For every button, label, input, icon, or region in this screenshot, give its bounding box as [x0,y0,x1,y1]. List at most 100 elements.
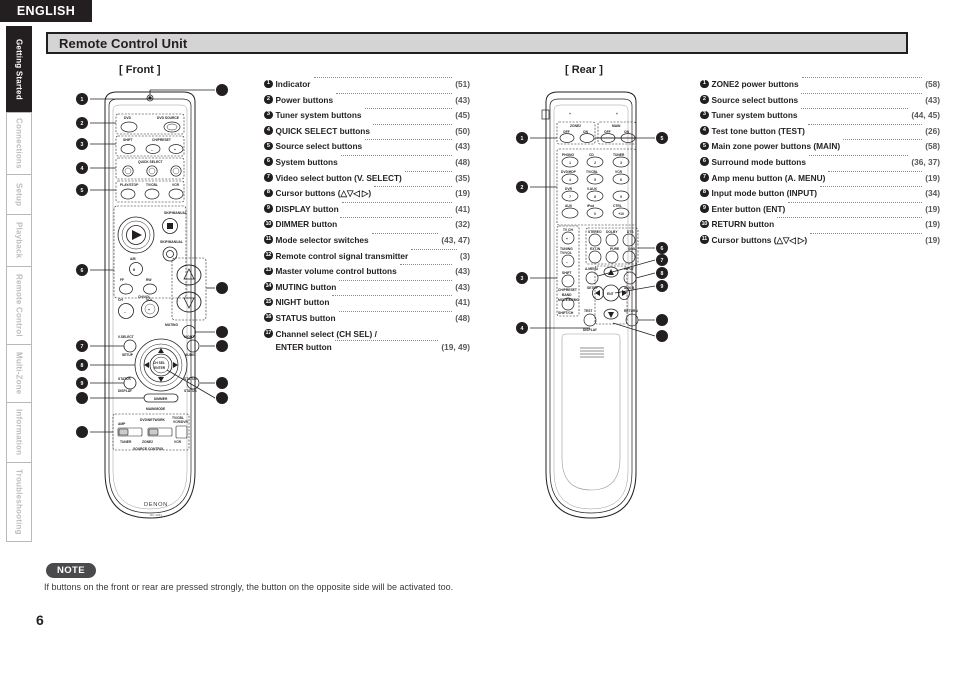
legend-number-badge: 4 [264,126,273,135]
legend-label: MUTING button [275,281,337,292]
legend-leader-dots [801,77,923,78]
svg-text:CH: CH [118,298,123,302]
legend-page-ref: (50) [455,125,470,136]
svg-text:17: 17 [220,397,224,401]
svg-text:NIGHT: NIGHT [184,335,194,339]
svg-text:MAIN: MAIN [612,124,621,128]
svg-text:TUNER: TUNER [120,440,132,444]
svg-text:EXT.IN: EXT.IN [590,247,601,251]
legend-number-badge: 8 [264,188,273,198]
legend-page-ref: (43) [455,281,470,292]
svg-text:DTS: DTS [627,230,634,234]
legend-label: DISPLAY button [275,203,339,214]
legend-item: 15 NIGHT button (41) [264,295,470,308]
svg-text:DVD/HDP: DVD/HDP [561,170,577,174]
sidebar-item-label: Setup [14,182,24,207]
legend-item: 10 RETURN button (19) [700,217,940,230]
svg-text:8: 8 [81,363,84,369]
svg-text:A.MENU: A.MENU [585,267,599,271]
svg-text:V.AUX: V.AUX [587,187,598,191]
legend-item: 6 Surround mode buttons (36, 37) [700,154,940,168]
sidebar-item-label: Multi-Zone [14,352,24,395]
sidebar-item-setup[interactable]: Setup [6,174,32,214]
legend-page-ref: (44, 45) [911,110,940,121]
svg-text:SOURCE CONTROL: SOURCE CONTROL [133,447,164,451]
svg-text:+: + [616,112,618,116]
legend-number-badge: 3 [700,110,709,120]
legend-label: Indicator [275,79,311,89]
legend-number-badge: 2 [700,95,709,104]
legend-leader-dots [404,170,453,172]
svg-text:12: 12 [220,89,224,93]
legend-page-ref: (34) [925,188,940,199]
svg-text:–: – [566,260,568,264]
legend-number-badge: 8 [700,188,709,198]
svg-text:3: 3 [81,142,84,148]
legend-page-ref: (43) [455,266,470,277]
legend-item: 7 Amp menu button (A. MENU) (19) [700,170,940,184]
sidebar-item-remote-control[interactable]: Remote Control [6,266,32,344]
legend-item: 9 Enter button (ENT) (19) [700,201,940,215]
sidebar-item-label: Remote Control [14,274,24,337]
legend-number-badge: 12 [264,251,273,260]
svg-text:2: 2 [521,185,524,191]
legend-label: QUICK SELECT buttons [275,125,371,136]
svg-text:VCR: VCR [615,170,623,174]
legend-item: 1 ZONE2 power buttons (58) [700,77,940,90]
legend-item: 14 MUTING button (43) [264,279,470,293]
svg-text:1: 1 [81,97,84,103]
legend-label: STATUS button [275,312,336,323]
legend-number-badge: 7 [264,173,273,182]
svg-text:–: – [124,310,126,314]
sidebar-item-connections[interactable]: Connections [6,112,32,174]
legend-number-badge: 1 [700,79,709,88]
legend-number-badge: 10 [264,219,273,229]
sidebar-item-multi-zone[interactable]: Multi-Zone [6,344,32,402]
svg-text:STATUS: STATUS [118,377,131,381]
legend-item: 5 Main zone power buttons (MAIN) (58) [700,139,940,152]
legend-label: ZONE2 power buttons [711,79,799,89]
svg-text:MAIN/MODE: MAIN/MODE [146,407,166,411]
legend-leader-dots [365,139,453,141]
legend-label: Remote control signal transmitter [275,250,409,261]
svg-text:6: 6 [81,268,84,274]
svg-text:CH/PRESET: CH/PRESET [152,138,171,142]
legend-leader-dots [334,340,439,342]
legend-leader-dots [341,201,453,203]
language-tab[interactable]: ENGLISH [0,0,92,22]
legend-label: Mode selector switches [275,234,369,245]
sidebar-item-label: Getting Started [14,39,24,100]
legend-number-badge: 3 [264,110,273,120]
rear-view-caption: [ Rear ] [565,64,603,76]
legend-page-ref: (19) [925,203,940,214]
legend-leader-dots [810,232,923,234]
legend-number-badge: 11 [700,235,709,244]
legend-page-ref: (45) [455,110,470,121]
svg-text:TV/VOL: TV/VOL [560,251,572,255]
legend-number-badge: 17 [264,329,273,338]
section-title-bar: Remote Control Unit [46,32,908,54]
legend-page-ref: (19) [925,172,940,183]
svg-text:DVR: DVR [565,187,573,191]
svg-text:RETURN: RETURN [624,309,638,313]
svg-text:ENT: ENT [607,292,614,296]
legend-item: 8 Cursor buttons (△▽◁ ▷) (19) [264,186,470,199]
svg-text:CH/PRESET: CH/PRESET [558,288,577,292]
svg-text:2: 2 [81,121,84,127]
sidebar-item-getting-started[interactable]: Getting Started [6,26,32,112]
legend-label: Input mode button (INPUT) [711,188,818,199]
language-tab-label: ENGLISH [16,4,76,18]
svg-text:STEREO: STEREO [588,230,602,234]
legend-leader-dots [411,248,457,250]
sidebar-item-troubleshooting[interactable]: Troubleshooting [6,462,32,542]
legend-leader-dots [332,295,453,297]
sidebar-item-information[interactable]: Information [6,402,32,462]
legend-leader-dots [373,123,453,125]
svg-text:11: 11 [80,431,84,435]
legend-item: 9 DISPLAY button (41) [264,201,470,215]
sidebar-item-playback[interactable]: Playback [6,214,32,266]
svg-text:SHIFT: SHIFT [562,271,572,275]
legend-label: Source select buttons [711,94,799,105]
legend-page-ref: (58) [925,79,940,89]
legend-leader-dots [371,232,439,234]
